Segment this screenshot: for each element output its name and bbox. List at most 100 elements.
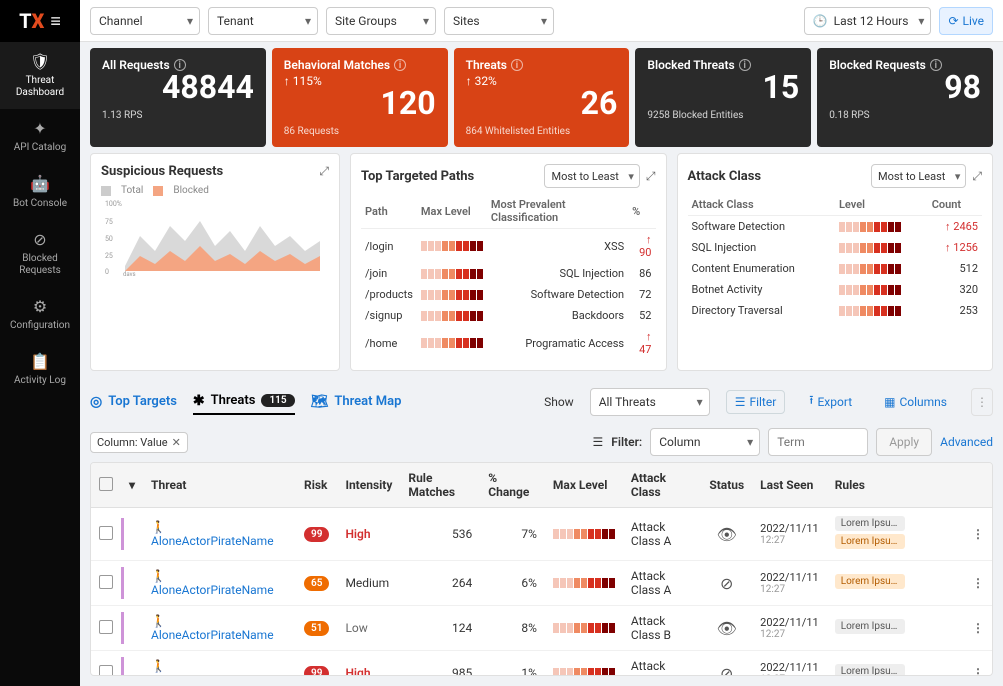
nav-icon: ✦ xyxy=(33,119,46,138)
table-row[interactable]: Botnet Activity320 xyxy=(688,279,983,300)
status-icon[interactable]: 👁 xyxy=(717,619,737,638)
panel-suspicious-requests: Suspicious Requests ⤢ Total Blocked 100%… xyxy=(90,153,340,371)
status-icon[interactable]: 👁 xyxy=(717,525,737,544)
nav-item[interactable]: ✦API Catalog xyxy=(0,109,80,164)
threat-link[interactable]: AloneActorPirateName xyxy=(151,583,274,597)
sparkline-chart: 100% 75 50 25 0 days xyxy=(101,196,329,276)
show-label: Show xyxy=(544,395,574,409)
tab-bar: ◎Top Targets ✱Threats115 🗺Threat Map Sho… xyxy=(80,381,1003,422)
select-all-checkbox[interactable] xyxy=(99,477,113,491)
risk-badge: 65 xyxy=(304,576,329,591)
hamburger-icon[interactable]: ≡ xyxy=(50,11,61,32)
row-checkbox[interactable] xyxy=(99,575,113,589)
table-row: 🚶 AloneActorPirateName 99 High 985 1% At… xyxy=(91,651,992,677)
rule-chip[interactable]: Lorem Ipsum... xyxy=(835,516,905,531)
info-icon[interactable]: i xyxy=(394,59,406,71)
live-button[interactable]: ⟳ Live xyxy=(939,7,993,35)
row-menu[interactable]: ⋮ xyxy=(972,576,984,590)
filter-column-select[interactable]: Column xyxy=(650,428,760,456)
table-row: 🚶 AloneActorPirateName 65 Medium 264 6% … xyxy=(91,561,992,606)
table-row: 🚶 AloneActorPirateName 99 High 536 7% At… xyxy=(91,508,992,561)
row-checkbox[interactable] xyxy=(99,665,113,677)
top-filter-select[interactable]: Tenant xyxy=(208,7,318,35)
export-icon: ⭱ xyxy=(809,391,813,412)
apply-button[interactable]: Apply xyxy=(876,428,932,456)
top-filter-select[interactable]: Sites xyxy=(444,7,554,35)
tab-threat-map[interactable]: 🗺Threat Map xyxy=(311,390,402,414)
rule-chip[interactable]: Lorem Ipsum... xyxy=(835,534,905,549)
nav-item[interactable]: ⚙Configuration xyxy=(0,287,80,342)
nav-item[interactable]: 📋Activity Log xyxy=(0,342,80,397)
close-icon[interactable]: ✕ xyxy=(172,436,181,449)
threat-link[interactable]: AloneActorPirateName xyxy=(151,534,274,548)
table-row[interactable]: Software Detection↑ 2465 xyxy=(688,216,983,238)
expand-icon[interactable]: ⤢ xyxy=(319,164,329,179)
row-checkbox[interactable] xyxy=(99,526,113,540)
info-icon[interactable]: i xyxy=(930,59,942,71)
sidebar: TX≡ 🛡Threat Dashboard✦API Catalog🤖Bot Co… xyxy=(0,0,80,686)
nav-icon: ⚙ xyxy=(33,297,47,316)
nav-icon: 📋 xyxy=(30,352,50,371)
expand-icon[interactable]: ⤢ xyxy=(972,169,982,184)
table-row[interactable]: Directory Traversal253 xyxy=(688,300,983,321)
table-row[interactable]: /joinSQL Injection86 xyxy=(361,263,656,284)
advanced-link[interactable]: Advanced xyxy=(940,435,993,449)
nav-item[interactable]: 🛡Threat Dashboard xyxy=(0,42,80,109)
filter-chip[interactable]: Column: Value✕ xyxy=(90,432,188,453)
kpi-card: Blocked Requestsi980.18 RPS xyxy=(817,48,993,147)
filter-icon: ☰ xyxy=(593,435,604,449)
row-checkbox[interactable] xyxy=(99,620,113,634)
person-icon: 🚶 xyxy=(151,659,166,673)
more-menu[interactable]: ⋮ xyxy=(971,388,993,416)
table-row[interactable]: SQL Injection↑ 1256 xyxy=(688,237,983,258)
sort-select[interactable]: Most to Least xyxy=(544,164,639,188)
table-row[interactable]: /productsSoftware Detection72 xyxy=(361,284,656,305)
info-icon[interactable]: i xyxy=(174,59,186,71)
rule-chip[interactable]: Lorem Ipsum... xyxy=(835,574,905,589)
status-icon[interactable]: ⊘ xyxy=(720,664,733,677)
threat-link[interactable]: AloneActorPirateName xyxy=(151,673,274,676)
target-icon: ◎ xyxy=(90,394,102,410)
tab-top-targets[interactable]: ◎Top Targets xyxy=(90,390,177,414)
risk-badge: 99 xyxy=(304,666,329,676)
filter-button[interactable]: ☰Filter xyxy=(726,390,786,414)
svg-text:50: 50 xyxy=(105,235,113,243)
row-menu[interactable]: ⋮ xyxy=(972,527,984,541)
threat-link[interactable]: AloneActorPirateName xyxy=(151,628,274,642)
table-row[interactable]: /loginXSS↑ 90 xyxy=(361,229,656,264)
top-filter-select[interactable]: Channel xyxy=(90,7,200,35)
columns-button[interactable]: ▦Columns xyxy=(876,391,955,413)
person-icon: 🚶 xyxy=(151,614,166,628)
show-select[interactable]: All Threats xyxy=(590,388,710,416)
sort-select[interactable]: Most to Least xyxy=(871,164,966,188)
tab-threats[interactable]: ✱Threats115 xyxy=(193,389,295,415)
nav-icon: ⊘ xyxy=(33,230,46,249)
status-icon[interactable]: ⊘ xyxy=(720,574,733,593)
table-row[interactable]: /signupBackdoors52 xyxy=(361,305,656,326)
filter-term-input[interactable] xyxy=(768,428,868,456)
row-menu[interactable]: ⋮ xyxy=(972,666,984,676)
rule-chip[interactable]: Lorem Ipsum... xyxy=(835,619,905,634)
nav-item[interactable]: 🤖Bot Console xyxy=(0,164,80,219)
table-row[interactable]: Content Enumeration512 xyxy=(688,258,983,279)
rule-chip[interactable]: Lorem Ipsum... xyxy=(835,664,905,676)
svg-text:100%: 100% xyxy=(105,200,122,208)
info-icon[interactable]: i xyxy=(511,59,523,71)
table-row[interactable]: /homeProgramatic Access↑ 47 xyxy=(361,326,656,360)
person-icon: 🚶 xyxy=(151,520,166,534)
nav-item[interactable]: ⊘Blocked Requests xyxy=(0,220,80,287)
person-icon: 🚶 xyxy=(151,569,166,583)
info-icon[interactable]: i xyxy=(739,59,751,71)
map-icon: 🗺 xyxy=(311,394,329,410)
risk-badge: 99 xyxy=(304,527,329,542)
top-filter-select[interactable]: Site Groups xyxy=(326,7,436,35)
nav-icon: 🤖 xyxy=(30,174,50,193)
row-menu[interactable]: ⋮ xyxy=(972,621,984,635)
time-range-select[interactable]: 🕒 Last 12 Hours xyxy=(804,7,932,35)
svg-text:25: 25 xyxy=(105,252,113,260)
export-button[interactable]: ⭱Export xyxy=(801,387,860,416)
risk-badge: 51 xyxy=(304,621,329,636)
panel-top-targeted-paths: Top Targeted Paths Most to Least ⤢ PathM… xyxy=(350,153,667,371)
expand-icon[interactable]: ⤢ xyxy=(646,169,656,184)
clock-icon: 🕒 xyxy=(813,14,828,28)
